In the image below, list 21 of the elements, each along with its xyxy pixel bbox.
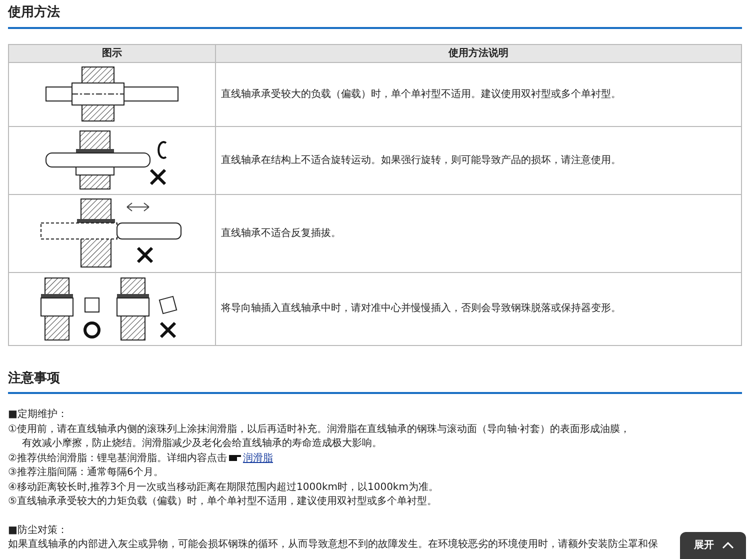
note-text: ②推荐供给润滑脂：锂皂基润滑脂。详细内容点击 <box>8 452 227 464</box>
column-header: 使用方法说明 <box>216 44 742 62</box>
note-heading: ■防尘对策： <box>8 524 68 536</box>
note-text: ③推荐注脂间隔：通常每隔6个月。 <box>8 467 164 478</box>
section-title: 注意事项 <box>8 370 61 388</box>
note-text: ①使用前，请在直线轴承内侧的滚珠列上涂抹润滑脂，以后再适时补充。润滑脂在直线轴承的钢珠与滚动面（导向轴·衬套）的表面形成油膜， <box>8 424 630 435</box>
note-heading: ■定期维护： <box>8 409 68 420</box>
table-cell: 直线轴承承受较大的负载（偏载）时，单个单衬型不适用。建议使用双衬型或多个单衬型。 <box>221 88 621 100</box>
table-cell: 将导向轴插入直线轴承中时，请对准中心并慢慢插入，否则会导致钢珠脱落或保持器变形。 <box>221 303 621 314</box>
note-text: 如果直线轴承的内部进入灰尘或异物，可能会损坏钢珠的循环，从而导致意想不到的故障发生。在环境较恶劣的环境使用时，请额外安装防尘罩和保 <box>8 539 658 550</box>
caret-icon <box>722 542 734 549</box>
note-text: ⑤直线轴承承受较大的力矩负载（偏载）时，单个单衬型不适用，建议使用双衬型或多个单衬型。 <box>8 496 437 508</box>
expand-button[interactable]: 展开 <box>680 532 746 559</box>
link[interactable]: 润滑脂 <box>242 452 273 464</box>
note-text: ④移动距离较长时,推荐3个月一次或当移动距离在期限范围内超过1000km时，以1000km为准。 <box>8 482 438 493</box>
column-header: 图示 <box>8 44 216 62</box>
section-title: 使用方法 <box>8 4 61 22</box>
table-cell: 直线轴承在结构上不适合旋转运动。如果强行旋转，则可能导致产品的损坏，请注意使用。 <box>221 154 621 166</box>
note-text: 有效减小摩擦，防止烧结。润滑脂减少及老化会给直线轴承的寿命造成极大影响。 <box>22 438 382 450</box>
pointer-icon <box>228 454 241 462</box>
table-cell: 直线轴承不适合反复插拔。 <box>221 228 341 239</box>
